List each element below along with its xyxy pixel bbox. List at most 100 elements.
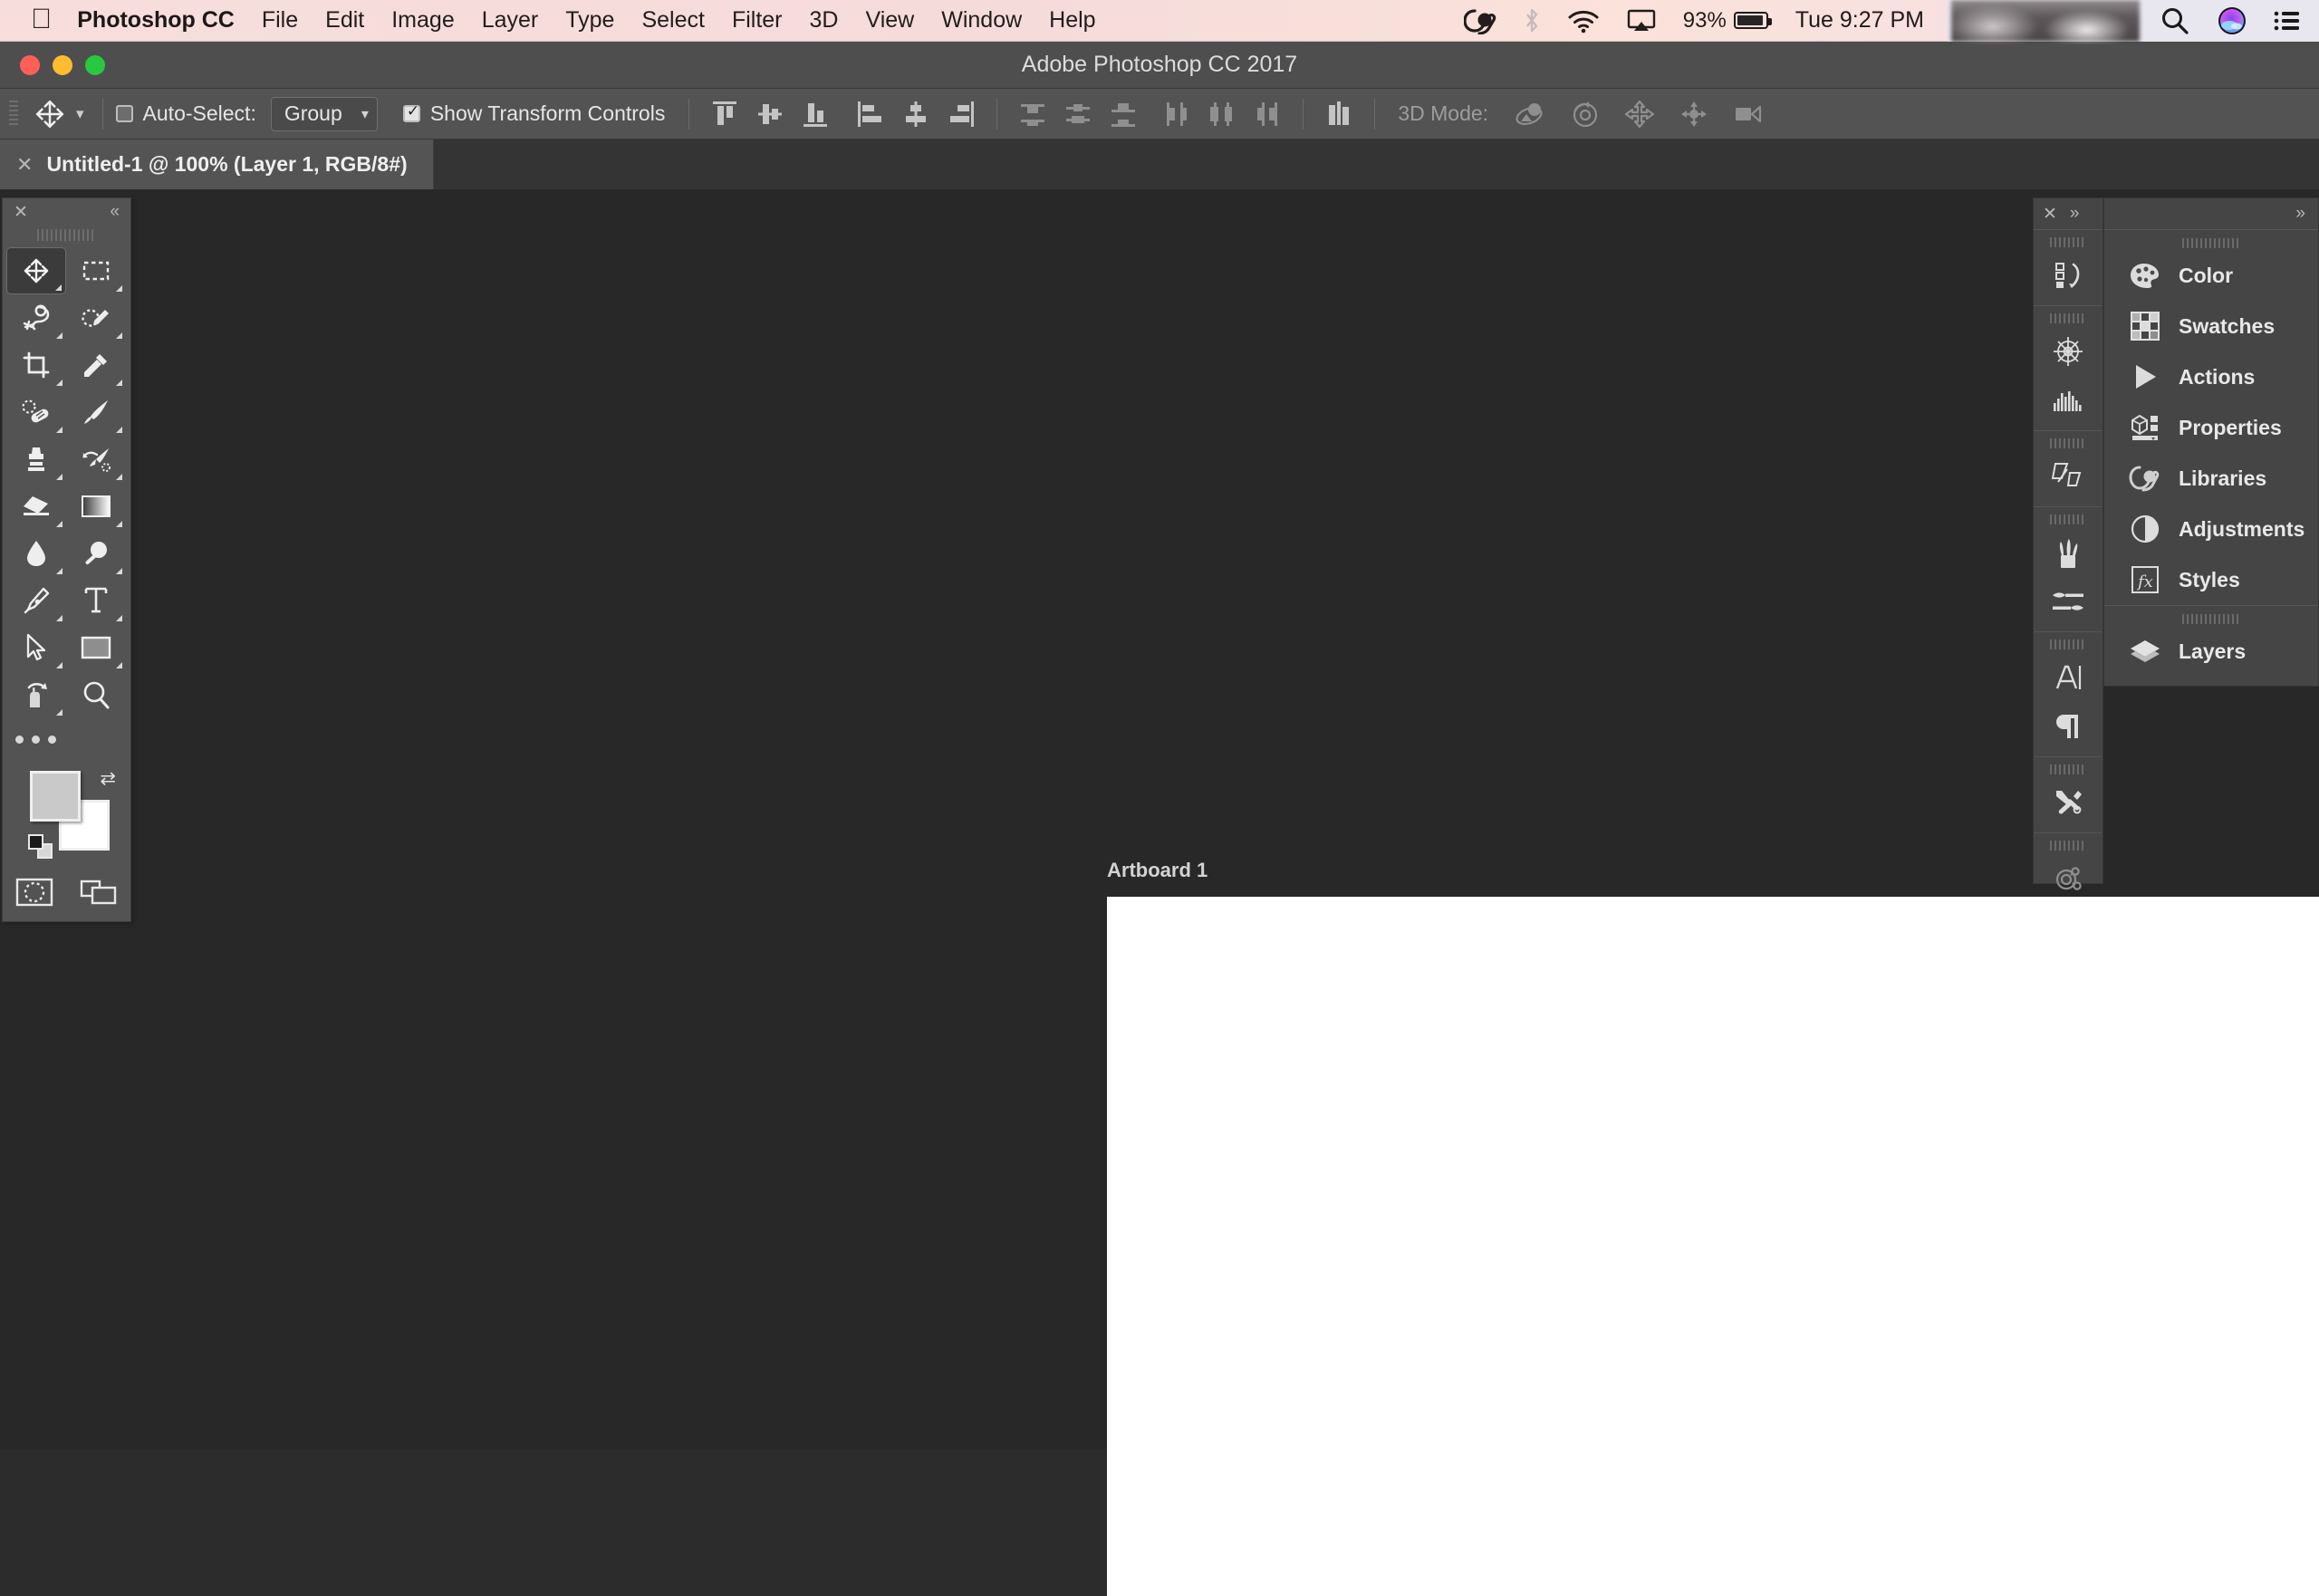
tool-move[interactable] <box>6 247 66 294</box>
creative-cloud-icon[interactable] <box>1464 7 1496 34</box>
close-icon[interactable]: ✕ <box>2043 204 2057 225</box>
panel-group-grip[interactable] <box>2050 637 2086 651</box>
histogram-icon[interactable] <box>2034 376 2102 425</box>
show-transform-controls-checkbox[interactable] <box>403 105 420 122</box>
paragraph-icon[interactable] <box>2034 702 2102 751</box>
airplay-icon[interactable] <box>1627 8 1656 34</box>
double-chevron-left-icon[interactable]: « <box>110 202 120 222</box>
menu-item-3d[interactable]: 3D <box>810 7 839 34</box>
active-tool-chip[interactable]: ▾ <box>29 99 90 130</box>
menu-item-window[interactable]: Window <box>941 7 1022 34</box>
pan-3d-icon[interactable] <box>1619 96 1660 132</box>
tool-flyout-triangle[interactable] <box>116 615 122 621</box>
search-icon[interactable] <box>2160 5 2190 36</box>
scale-3d-icon[interactable] <box>1727 96 1769 132</box>
menu-item-layer[interactable]: Layer <box>482 7 539 34</box>
align-right-edges-icon[interactable] <box>941 96 981 132</box>
tool-flyout-triangle[interactable] <box>56 474 63 480</box>
double-chevron-right-icon[interactable]: » <box>2295 204 2305 224</box>
screen-mode-icon[interactable] <box>79 877 119 912</box>
list-icon[interactable] <box>2274 9 2301 33</box>
tool-spot-healing-brush[interactable] <box>6 389 66 436</box>
align-left-edges-icon[interactable] <box>851 96 890 132</box>
distribute-bottom-edges-icon[interactable] <box>1103 96 1143 132</box>
menu-item-help[interactable]: Help <box>1049 7 1095 34</box>
distribute-vertical-centers-icon[interactable] <box>1058 96 1098 132</box>
slide-3d-icon[interactable] <box>1673 96 1715 132</box>
wifi-icon[interactable] <box>1567 8 1600 34</box>
tool-presets-icon[interactable] <box>2034 778 2102 827</box>
tool-flyout-triangle[interactable] <box>56 568 63 574</box>
menu-item-filter[interactable]: Filter <box>732 7 783 34</box>
close-icon[interactable]: ✕ <box>14 202 28 223</box>
panel-item-styles[interactable]: fx Styles <box>2104 554 2318 605</box>
tool-rotate-view[interactable] <box>6 671 66 718</box>
auto-select-checkbox[interactable] <box>116 105 133 122</box>
tool-flyout-triangle[interactable] <box>55 284 62 291</box>
double-chevron-right-icon[interactable]: » <box>2070 204 2080 224</box>
tool-flyout-triangle[interactable] <box>56 332 63 339</box>
panel-item-adjustments[interactable]: Adjustments <box>2104 504 2318 554</box>
auto-select-target-dropdown[interactable]: Group ▾ <box>271 97 378 131</box>
tool-flyout-triangle[interactable] <box>116 380 122 386</box>
siri-icon[interactable] <box>2218 6 2247 35</box>
tool-dodge[interactable] <box>66 530 126 577</box>
orbit-3d-icon[interactable] <box>1510 96 1552 132</box>
panel-item-color[interactable]: Color <box>2104 250 2318 301</box>
tool-flyout-triangle[interactable] <box>56 709 63 716</box>
bluetooth-icon[interactable] <box>1524 7 1540 34</box>
menu-item-view[interactable]: View <box>865 7 914 34</box>
tool-eraser[interactable] <box>6 483 66 530</box>
tool-path-selection[interactable] <box>6 624 66 671</box>
window-zoom-button[interactable] <box>85 55 105 75</box>
tool-flyout-triangle[interactable] <box>56 380 63 386</box>
menu-item-select[interactable]: Select <box>641 7 704 34</box>
tool-quick-selection[interactable] <box>66 294 126 341</box>
tool-flyout-triangle[interactable] <box>56 521 63 527</box>
brushes-icon[interactable] <box>2034 528 2102 577</box>
tool-flyout-triangle[interactable] <box>56 662 63 668</box>
default-colors-icon[interactable] <box>28 834 53 860</box>
device-preview-icon[interactable] <box>2034 854 2102 903</box>
align-distribute-options-icon[interactable] <box>1319 96 1359 132</box>
panel-item-swatches[interactable]: Swatches <box>2104 301 2318 351</box>
tools-panel-grip[interactable] <box>37 226 96 244</box>
align-top-edges-icon[interactable] <box>705 96 745 132</box>
roll-3d-icon[interactable] <box>1564 96 1606 132</box>
quick-mask-icon[interactable] <box>14 877 54 912</box>
close-icon[interactable]: ✕ <box>16 153 33 177</box>
menu-app-name[interactable]: Photoshop CC <box>77 7 235 34</box>
tool-flyout-triangle[interactable] <box>56 427 63 433</box>
panel-item-actions[interactable]: Actions <box>2104 351 2318 402</box>
tool-gradient[interactable] <box>66 483 126 530</box>
apple-logo-icon[interactable]:  <box>31 5 52 33</box>
panel-group-grip[interactable] <box>2050 235 2086 249</box>
tool-clone-stamp[interactable] <box>6 436 66 483</box>
tool-eyedropper[interactable] <box>66 341 126 389</box>
options-bar-grip[interactable] <box>9 101 18 128</box>
edit-toolbar-button[interactable] <box>3 718 130 760</box>
swap-colors-icon[interactable]: ⇄ <box>100 767 116 790</box>
window-minimize-button[interactable] <box>53 55 72 75</box>
panel-group-grip[interactable] <box>2050 311 2086 325</box>
panel-item-libraries[interactable]: Libraries <box>2104 453 2318 504</box>
tool-rectangular-marquee[interactable] <box>66 247 126 294</box>
tool-flyout-triangle[interactable] <box>116 427 122 433</box>
battery-status[interactable]: 93% <box>1683 8 1768 34</box>
distribute-top-edges-icon[interactable] <box>1013 96 1053 132</box>
panel-group-grip[interactable] <box>2050 512 2086 526</box>
tool-blur[interactable] <box>6 530 66 577</box>
brush-settings-icon[interactable] <box>2034 577 2102 626</box>
distribute-horizontal-centers-icon[interactable] <box>1202 96 1242 132</box>
tool-zoom[interactable] <box>66 671 126 718</box>
canvas-workspace[interactable]: Artboard 1 <box>0 190 2319 1449</box>
panel-group-grip[interactable] <box>2182 236 2240 250</box>
distribute-right-edges-icon[interactable] <box>1247 96 1287 132</box>
panel-group-grip[interactable] <box>2050 838 2086 852</box>
tool-flyout-triangle[interactable] <box>116 332 122 339</box>
tool-history-brush[interactable] <box>66 436 126 483</box>
history-icon[interactable] <box>2034 251 2102 300</box>
artboard-label[interactable]: Artboard 1 <box>1107 859 1208 882</box>
foreground-color-swatch[interactable] <box>30 771 81 822</box>
distribute-left-edges-icon[interactable] <box>1157 96 1197 132</box>
